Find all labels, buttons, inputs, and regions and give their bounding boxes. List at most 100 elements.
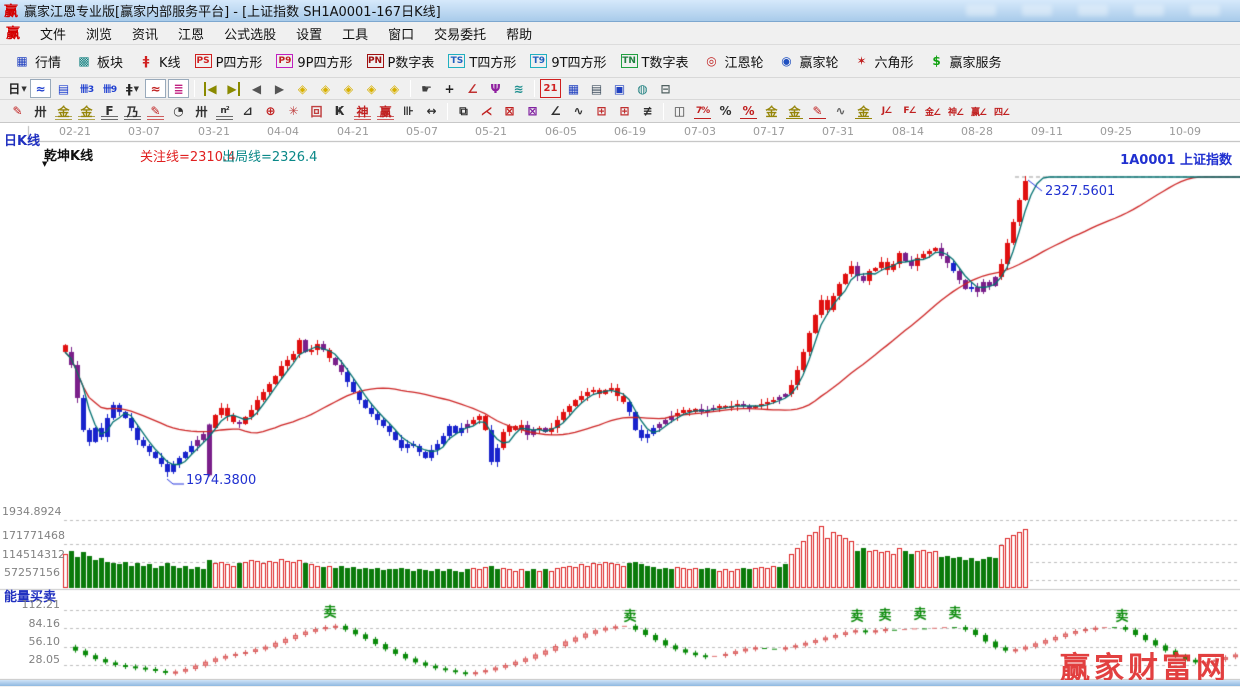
fan-box-purple-icon[interactable]: ⊠: [522, 102, 543, 121]
red-grid-box2-icon[interactable]: ⊞: [614, 102, 635, 121]
save-icon[interactable]: ▣: [609, 79, 630, 98]
red-grid-box-icon[interactable]: ⊞: [591, 102, 612, 121]
k-mark-icon[interactable]: Ҝ: [329, 102, 350, 121]
winner-service-button[interactable]: $赢家服务: [921, 49, 1009, 74]
zen-scribble-icon[interactable]: ≈: [30, 79, 51, 98]
menu-item-浏览[interactable]: 浏览: [76, 26, 122, 45]
percent-line-icon[interactable]: 7%: [692, 102, 713, 121]
winner-wheel-button[interactable]: ◉赢家轮: [771, 49, 846, 74]
check-lines-icon[interactable]: ∿: [568, 102, 589, 121]
fan-box-icon[interactable]: ⊠: [499, 102, 520, 121]
first-bar-icon[interactable]: ◀: [200, 79, 221, 98]
gold-grid2-icon[interactable]: 金: [76, 102, 97, 121]
gann-tool-icon[interactable]: Ψ: [485, 79, 506, 98]
width-measure-icon[interactable]: ↔: [421, 102, 442, 121]
shen-grid-icon[interactable]: 神: [352, 102, 373, 121]
gann-star-icon[interactable]: ✳: [283, 102, 304, 121]
calculator-icon[interactable]: ▦: [563, 79, 584, 98]
menu-item-公式选股[interactable]: 公式选股: [214, 26, 286, 45]
j-angle-icon[interactable]: J∠: [876, 102, 897, 121]
fan-lines-icon[interactable]: ⋌: [476, 102, 497, 121]
percent-icon[interactable]: %: [715, 102, 736, 121]
kline-button[interactable]: ǂK线: [130, 49, 188, 74]
gold-angle-icon[interactable]: 金∠: [922, 102, 943, 121]
cycle-clock-icon[interactable]: ◔: [168, 102, 189, 121]
notes-icon[interactable]: ▤: [586, 79, 607, 98]
menu-item-文件[interactable]: 文件: [30, 26, 76, 45]
hand-tool-icon[interactable]: ☛: [416, 79, 437, 98]
red-scribble-icon[interactable]: ≈: [145, 79, 166, 98]
angle-lines-icon[interactable]: ∠: [545, 102, 566, 121]
pencil-measure-icon[interactable]: ✎: [807, 102, 828, 121]
percent-gold-icon[interactable]: %: [738, 102, 759, 121]
diamond-left-icon[interactable]: ◈: [292, 79, 313, 98]
high-price-annotation: 2327.5601: [1045, 184, 1115, 199]
prev-bar-icon[interactable]: ◀: [246, 79, 267, 98]
gold-grid-icon[interactable]: 金: [53, 102, 74, 121]
menu-item-窗口[interactable]: 窗口: [378, 26, 424, 45]
shen-angle-icon[interactable]: 神∠: [945, 102, 966, 121]
market-quotes-button[interactable]: ▦行情: [6, 49, 68, 74]
diamond-up-icon[interactable]: ◈: [338, 79, 359, 98]
ruler-123-icon[interactable]: ⊪: [398, 102, 419, 121]
gann-circle-icon[interactable]: ⊕: [260, 102, 281, 121]
candle-style-dropdown[interactable]: ǂ▼: [122, 79, 143, 98]
bar-scale-icon[interactable]: ◫: [669, 102, 690, 121]
gann-box-icon[interactable]: 回: [306, 102, 327, 121]
period-day-dropdown[interactable]: 日▼: [7, 79, 28, 98]
menu-item-工具[interactable]: 工具: [332, 26, 378, 45]
calendar-21-icon[interactable]: 21: [540, 79, 561, 98]
n2-grid-icon[interactable]: n²: [214, 102, 235, 121]
menu-item-资讯[interactable]: 资讯: [122, 26, 168, 45]
slant-lines-icon[interactable]: ≢: [637, 102, 658, 121]
ying-angle-icon[interactable]: 赢∠: [968, 102, 989, 121]
last-bar-icon[interactable]: ▶: [223, 79, 244, 98]
p-square-button[interactable]: PSP四方形: [188, 49, 270, 74]
diamond-cross-icon[interactable]: ◈: [384, 79, 405, 98]
menu-item-帮助[interactable]: 帮助: [496, 26, 542, 45]
f-angle-icon[interactable]: F∠: [899, 102, 920, 121]
flag-tool-icon[interactable]: ⊿: [237, 102, 258, 121]
9t-square-button[interactable]: T99T四方形: [523, 49, 613, 74]
p-number-table-button[interactable]: PNP数字表: [360, 49, 442, 74]
gold-line2-icon[interactable]: 金: [853, 102, 874, 121]
diamond-right-icon[interactable]: ◈: [315, 79, 336, 98]
9p-square-button[interactable]: P99P四方形: [269, 49, 359, 74]
pencil-tool-icon[interactable]: ✎: [7, 102, 28, 121]
si-angle-icon[interactable]: 四∠: [991, 102, 1012, 121]
pencil-grid-icon[interactable]: ✎: [145, 102, 166, 121]
gann-wheel-button[interactable]: ◎江恩轮: [696, 49, 771, 74]
spiral-grid-icon[interactable]: 乃: [122, 102, 143, 121]
ying-grid-icon[interactable]: 赢: [375, 102, 396, 121]
volume-profile-icon[interactable]: ≣: [168, 79, 189, 98]
wave-tool-icon[interactable]: ≋: [508, 79, 529, 98]
gold-circle-icon[interactable]: 金: [761, 102, 782, 121]
date-axis-label: 02-21: [53, 125, 97, 138]
menu-item-设置[interactable]: 设置: [286, 26, 332, 45]
chart-9-icon[interactable]: 卌9: [99, 79, 120, 98]
kline-type-dropdown-icon[interactable]: ▼: [42, 160, 47, 168]
sectors-button[interactable]: ▩板块: [68, 49, 130, 74]
kline-chart-canvas[interactable]: [0, 123, 1240, 680]
info-doc-icon[interactable]: ▤: [53, 79, 74, 98]
f-grid-icon[interactable]: F: [99, 102, 120, 121]
print-icon[interactable]: ⊟: [655, 79, 676, 98]
diamond-plus-icon[interactable]: ◈: [361, 79, 382, 98]
kline-type-selector[interactable]: 乾坤K线: [44, 145, 93, 164]
crosshair-icon[interactable]: +: [439, 79, 460, 98]
menu-item-交易委托[interactable]: 交易委托: [424, 26, 496, 45]
t-number-table-button[interactable]: TNT数字表: [614, 49, 696, 74]
chart-3-icon[interactable]: 卌3: [76, 79, 97, 98]
grid-lines-icon[interactable]: 卅: [30, 102, 51, 121]
line-ruler-icon[interactable]: 卅: [191, 102, 212, 121]
hexagon-button[interactable]: ✶六角形: [846, 49, 921, 74]
wave-icon[interactable]: ∿: [830, 102, 851, 121]
web-icon[interactable]: ◍: [632, 79, 653, 98]
gold-line-icon[interactable]: 金: [784, 102, 805, 121]
angle-measure-icon[interactable]: ∠: [462, 79, 483, 98]
panel-period-label[interactable]: 日K线: [4, 130, 40, 149]
menu-item-江恩[interactable]: 江恩: [168, 26, 214, 45]
square-measure-icon[interactable]: ⧉: [453, 102, 474, 121]
next-bar-icon[interactable]: ▶: [269, 79, 290, 98]
t-square-button[interactable]: TST四方形: [441, 49, 523, 74]
